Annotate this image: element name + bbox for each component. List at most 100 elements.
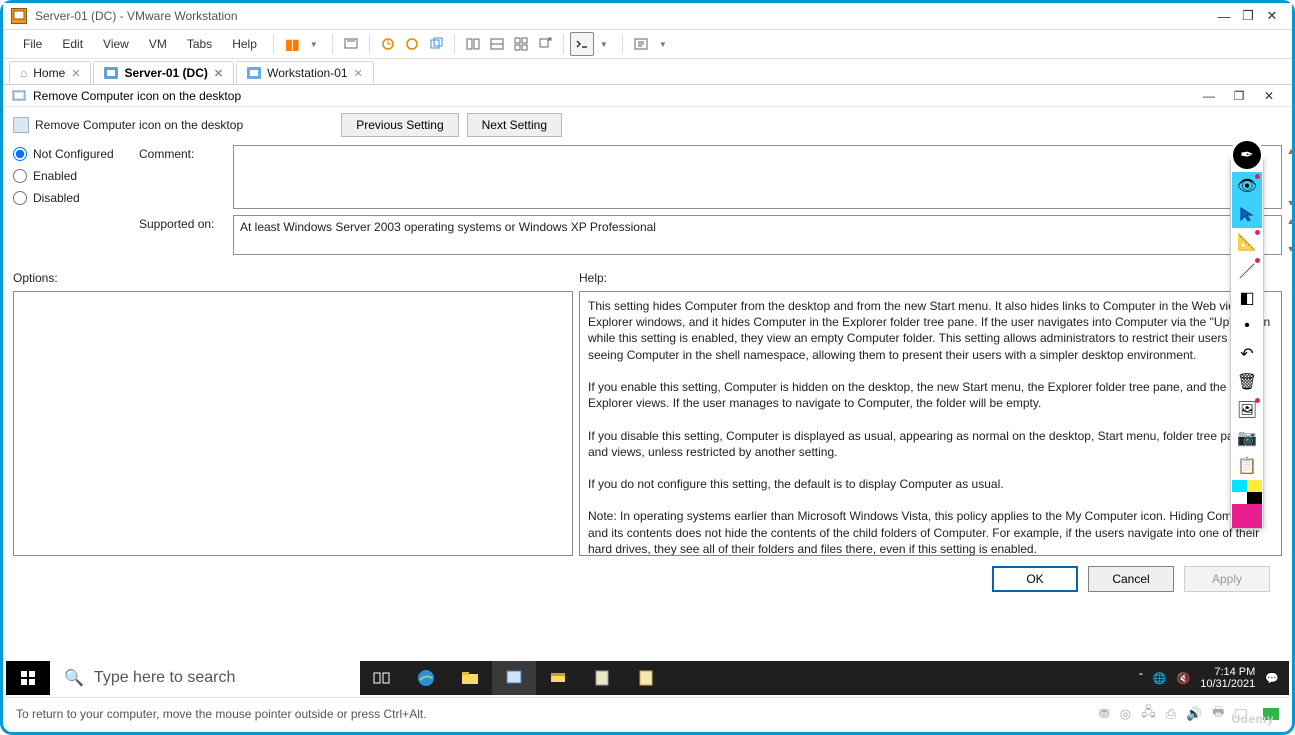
- comment-textarea[interactable]: ▲▼: [233, 145, 1282, 209]
- snapshot-button[interactable]: [376, 32, 400, 56]
- radio-not-configured[interactable]: Not Configured: [13, 147, 123, 161]
- console-dropdown[interactable]: ▼: [592, 32, 616, 56]
- annotation-camera-tool[interactable]: 📷: [1232, 424, 1262, 452]
- stretch-dropdown[interactable]: ▼: [651, 32, 675, 56]
- vmware-title-bar: Server-01 (DC) - VMware Workstation ― ❐ …: [3, 3, 1292, 29]
- policy-icon: [13, 117, 29, 133]
- annotation-undo-tool[interactable]: ↶: [1232, 340, 1262, 368]
- device-sound-icon[interactable]: 🔊: [1186, 706, 1202, 722]
- power-dropdown[interactable]: ▼: [302, 32, 326, 56]
- system-tray: ˆ 🌐 🔇 7:14 PM 10/31/2021 💬: [1139, 666, 1289, 690]
- menu-file[interactable]: File: [13, 33, 52, 55]
- menu-view[interactable]: View: [93, 33, 139, 55]
- watermark: Udemy: [1231, 712, 1274, 726]
- vm-icon: [104, 67, 118, 79]
- annotation-pen-icon[interactable]: ✒: [1230, 138, 1264, 172]
- annotation-eye-tool[interactable]: 👁: [1232, 172, 1262, 200]
- tray-sound-icon[interactable]: 🔇: [1177, 672, 1191, 685]
- snapshot-manager-button[interactable]: [400, 32, 424, 56]
- device-cd-icon[interactable]: ◎: [1120, 706, 1131, 722]
- view-single-button[interactable]: [461, 32, 485, 56]
- tab-server01-label: Server-01 (DC): [124, 66, 207, 80]
- taskbar-explorer[interactable]: [448, 661, 492, 695]
- options-panel: [13, 291, 573, 556]
- search-placeholder: Type here to search: [94, 669, 235, 687]
- tab-workstation01-close[interactable]: ✕: [354, 67, 363, 80]
- console-view-button[interactable]: [570, 32, 594, 56]
- menu-help[interactable]: Help: [222, 33, 267, 55]
- gpo-dialog-minimize[interactable]: ―: [1194, 89, 1224, 103]
- vmware-window-title: Server-01 (DC) - VMware Workstation: [35, 9, 238, 23]
- tab-workstation01[interactable]: Workstation-01 ✕: [236, 61, 374, 84]
- previous-setting-button[interactable]: Previous Setting: [341, 113, 458, 137]
- annotation-eraser-tool[interactable]: ◧: [1232, 284, 1262, 312]
- annotation-toolbar: ✒ 👁 📐 ／ ◧ • ↶ 🗑 🖼 📷 📋: [1230, 155, 1264, 529]
- tray-notifications-icon[interactable]: 💬: [1265, 672, 1279, 685]
- gpo-dialog-close[interactable]: ✕: [1254, 89, 1284, 103]
- home-icon: ⌂: [20, 66, 27, 80]
- view-fullscreen-button[interactable]: [533, 32, 557, 56]
- annotation-board-tool[interactable]: 🖼: [1232, 396, 1262, 424]
- start-button[interactable]: [6, 661, 50, 695]
- taskbar-edge[interactable]: [404, 661, 448, 695]
- taskbar-app-3[interactable]: [580, 661, 624, 695]
- vmware-logo-icon: [11, 8, 27, 24]
- menu-edit[interactable]: Edit: [52, 33, 93, 55]
- menu-tabs[interactable]: Tabs: [177, 33, 222, 55]
- apply-button: Apply: [1184, 566, 1270, 592]
- tab-workstation01-label: Workstation-01: [267, 66, 347, 80]
- gpo-dialog-title: Remove Computer icon on the desktop: [33, 89, 241, 103]
- view-console-button[interactable]: [509, 32, 533, 56]
- stretch-button[interactable]: [629, 32, 653, 56]
- comment-label: Comment:: [139, 145, 219, 209]
- gpo-dialog-body: Remove Computer icon on the desktop Prev…: [3, 107, 1292, 612]
- annotation-trash-tool[interactable]: 🗑: [1232, 368, 1262, 396]
- view-unity-button[interactable]: [485, 32, 509, 56]
- send-ctrlaltdel-button[interactable]: [339, 32, 363, 56]
- annotation-line-tool[interactable]: ／: [1232, 256, 1262, 284]
- taskbar-app-2[interactable]: [536, 661, 580, 695]
- device-network-icon[interactable]: 🖧: [1141, 703, 1156, 725]
- ok-button[interactable]: OK: [992, 566, 1078, 592]
- task-view-button[interactable]: [360, 661, 404, 695]
- tab-server01-close[interactable]: ✕: [214, 67, 223, 80]
- vm-icon: [247, 67, 261, 79]
- device-hdd-icon[interactable]: ⛃: [1099, 706, 1110, 722]
- guest-taskbar: 🔍 Type here to search ˆ 🌐 🔇 7:14 PM 10/3…: [6, 661, 1289, 695]
- taskbar-app-active[interactable]: [492, 661, 536, 695]
- radio-disabled[interactable]: Disabled: [13, 191, 123, 205]
- gpo-dialog-titlebar: Remove Computer icon on the desktop ― ❐ …: [3, 85, 1292, 107]
- menu-vm[interactable]: VM: [139, 33, 177, 55]
- taskbar-app-4[interactable]: [624, 661, 668, 695]
- vmware-maximize-button[interactable]: ❐: [1236, 8, 1260, 24]
- tab-home[interactable]: ⌂ Home ✕: [9, 61, 91, 84]
- next-setting-button[interactable]: Next Setting: [467, 113, 562, 137]
- device-printer-icon[interactable]: 🖶: [1212, 703, 1224, 725]
- vmware-close-button[interactable]: ✕: [1260, 8, 1284, 24]
- vm-tab-bar: ⌂ Home ✕ Server-01 (DC) ✕ Workstation-01…: [3, 59, 1292, 85]
- suspend-button[interactable]: ▮▮: [280, 32, 304, 56]
- policy-name-label: Remove Computer icon on the desktop: [35, 118, 243, 132]
- annotation-ruler-tool[interactable]: 📐: [1232, 228, 1262, 256]
- tray-chevron-icon[interactable]: ˆ: [1139, 671, 1143, 685]
- annotation-color-swatches[interactable]: [1232, 480, 1262, 528]
- tab-server01[interactable]: Server-01 (DC) ✕: [93, 61, 234, 84]
- help-panel: This setting hides Computer from the des…: [579, 291, 1282, 556]
- cancel-button[interactable]: Cancel: [1088, 566, 1174, 592]
- annotation-clipboard-tool[interactable]: 📋: [1232, 452, 1262, 480]
- vmware-minimize-button[interactable]: ―: [1212, 9, 1236, 24]
- options-label: Options:: [13, 271, 573, 285]
- annotation-dot-tool[interactable]: •: [1232, 312, 1262, 340]
- tray-network-icon[interactable]: 🌐: [1153, 672, 1167, 685]
- gpo-dialog-icon: [11, 88, 27, 104]
- policy-state-radios: Not Configured Enabled Disabled: [13, 145, 123, 213]
- radio-enabled[interactable]: Enabled: [13, 169, 123, 183]
- tray-clock[interactable]: 7:14 PM 10/31/2021: [1200, 666, 1255, 690]
- vmware-menu-bar: File Edit View VM Tabs Help ▮▮ ▼ ▼ ▼: [3, 29, 1292, 59]
- annotation-cursor-tool[interactable]: [1232, 200, 1262, 228]
- gpo-dialog-maximize[interactable]: ❐: [1224, 89, 1254, 103]
- taskbar-search[interactable]: 🔍 Type here to search: [50, 661, 360, 695]
- tab-home-close[interactable]: ✕: [71, 67, 80, 80]
- device-usb-icon[interactable]: ⎙: [1166, 706, 1176, 722]
- snapshot-revert-button[interactable]: [424, 32, 448, 56]
